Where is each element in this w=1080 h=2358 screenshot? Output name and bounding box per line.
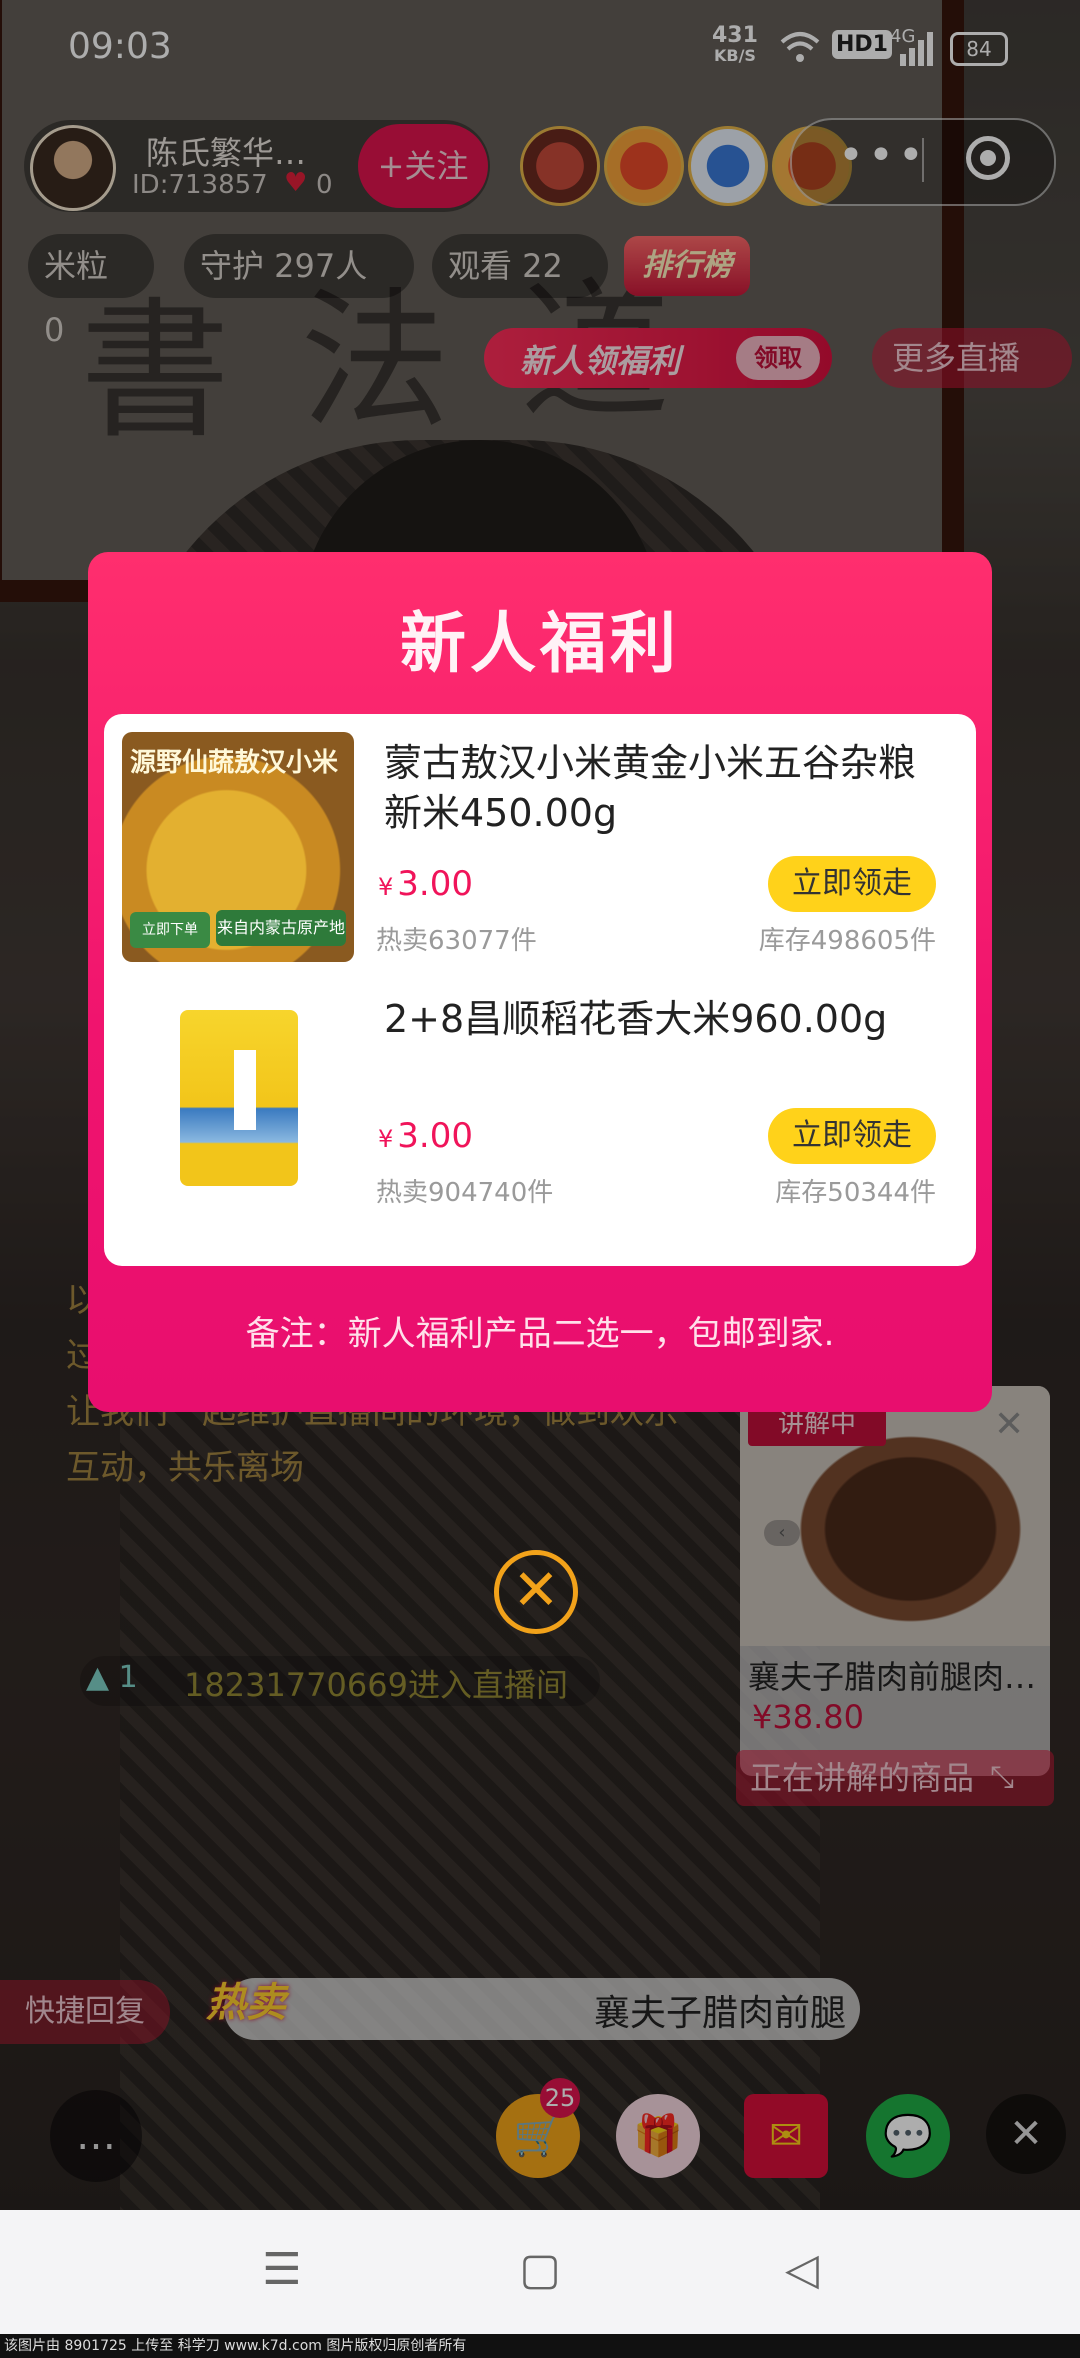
menu-icon[interactable]: ☰ [252, 2240, 312, 2300]
claim-now-button[interactable]: 立即领走 [768, 1108, 936, 1164]
product-sold-count: 热卖904740件 [376, 1178, 554, 1208]
back-icon[interactable]: ◁ [772, 2240, 832, 2300]
product-name: 蒙古敖汉小米黄金小米五谷杂粮新米450.00g [384, 741, 917, 835]
product-name: 2+8昌顺稻花香大米960.00g [384, 997, 888, 1041]
home-icon[interactable]: ▢ [510, 2240, 570, 2300]
product-image-caption: 源野仙蔬敖汉小米 [130, 748, 339, 778]
modal-title: 新人福利 [400, 605, 680, 682]
product-price: ¥3.00 [378, 1116, 473, 1156]
close-modal-icon[interactable]: ✕ [494, 1550, 578, 1634]
product-price: ¥3.00 [378, 864, 473, 904]
product-sold-count: 热卖63077件 [376, 926, 537, 956]
product-stock: 库存498605件 [758, 926, 936, 956]
claim-now-button[interactable]: 立即领走 [768, 856, 936, 912]
product-image-badge: 立即下单 [130, 912, 210, 948]
watermark-text: 该图片由 8901725 上传至 科学刀 www.k7d.com 图片版权归原创… [0, 2334, 1080, 2358]
product-image-origin: 来自内蒙古原产地 [216, 910, 346, 946]
modal-note: 备注：新人福利产品二选一，包邮到家. [245, 1314, 835, 1354]
product-stock: 库存50344件 [775, 1178, 936, 1208]
